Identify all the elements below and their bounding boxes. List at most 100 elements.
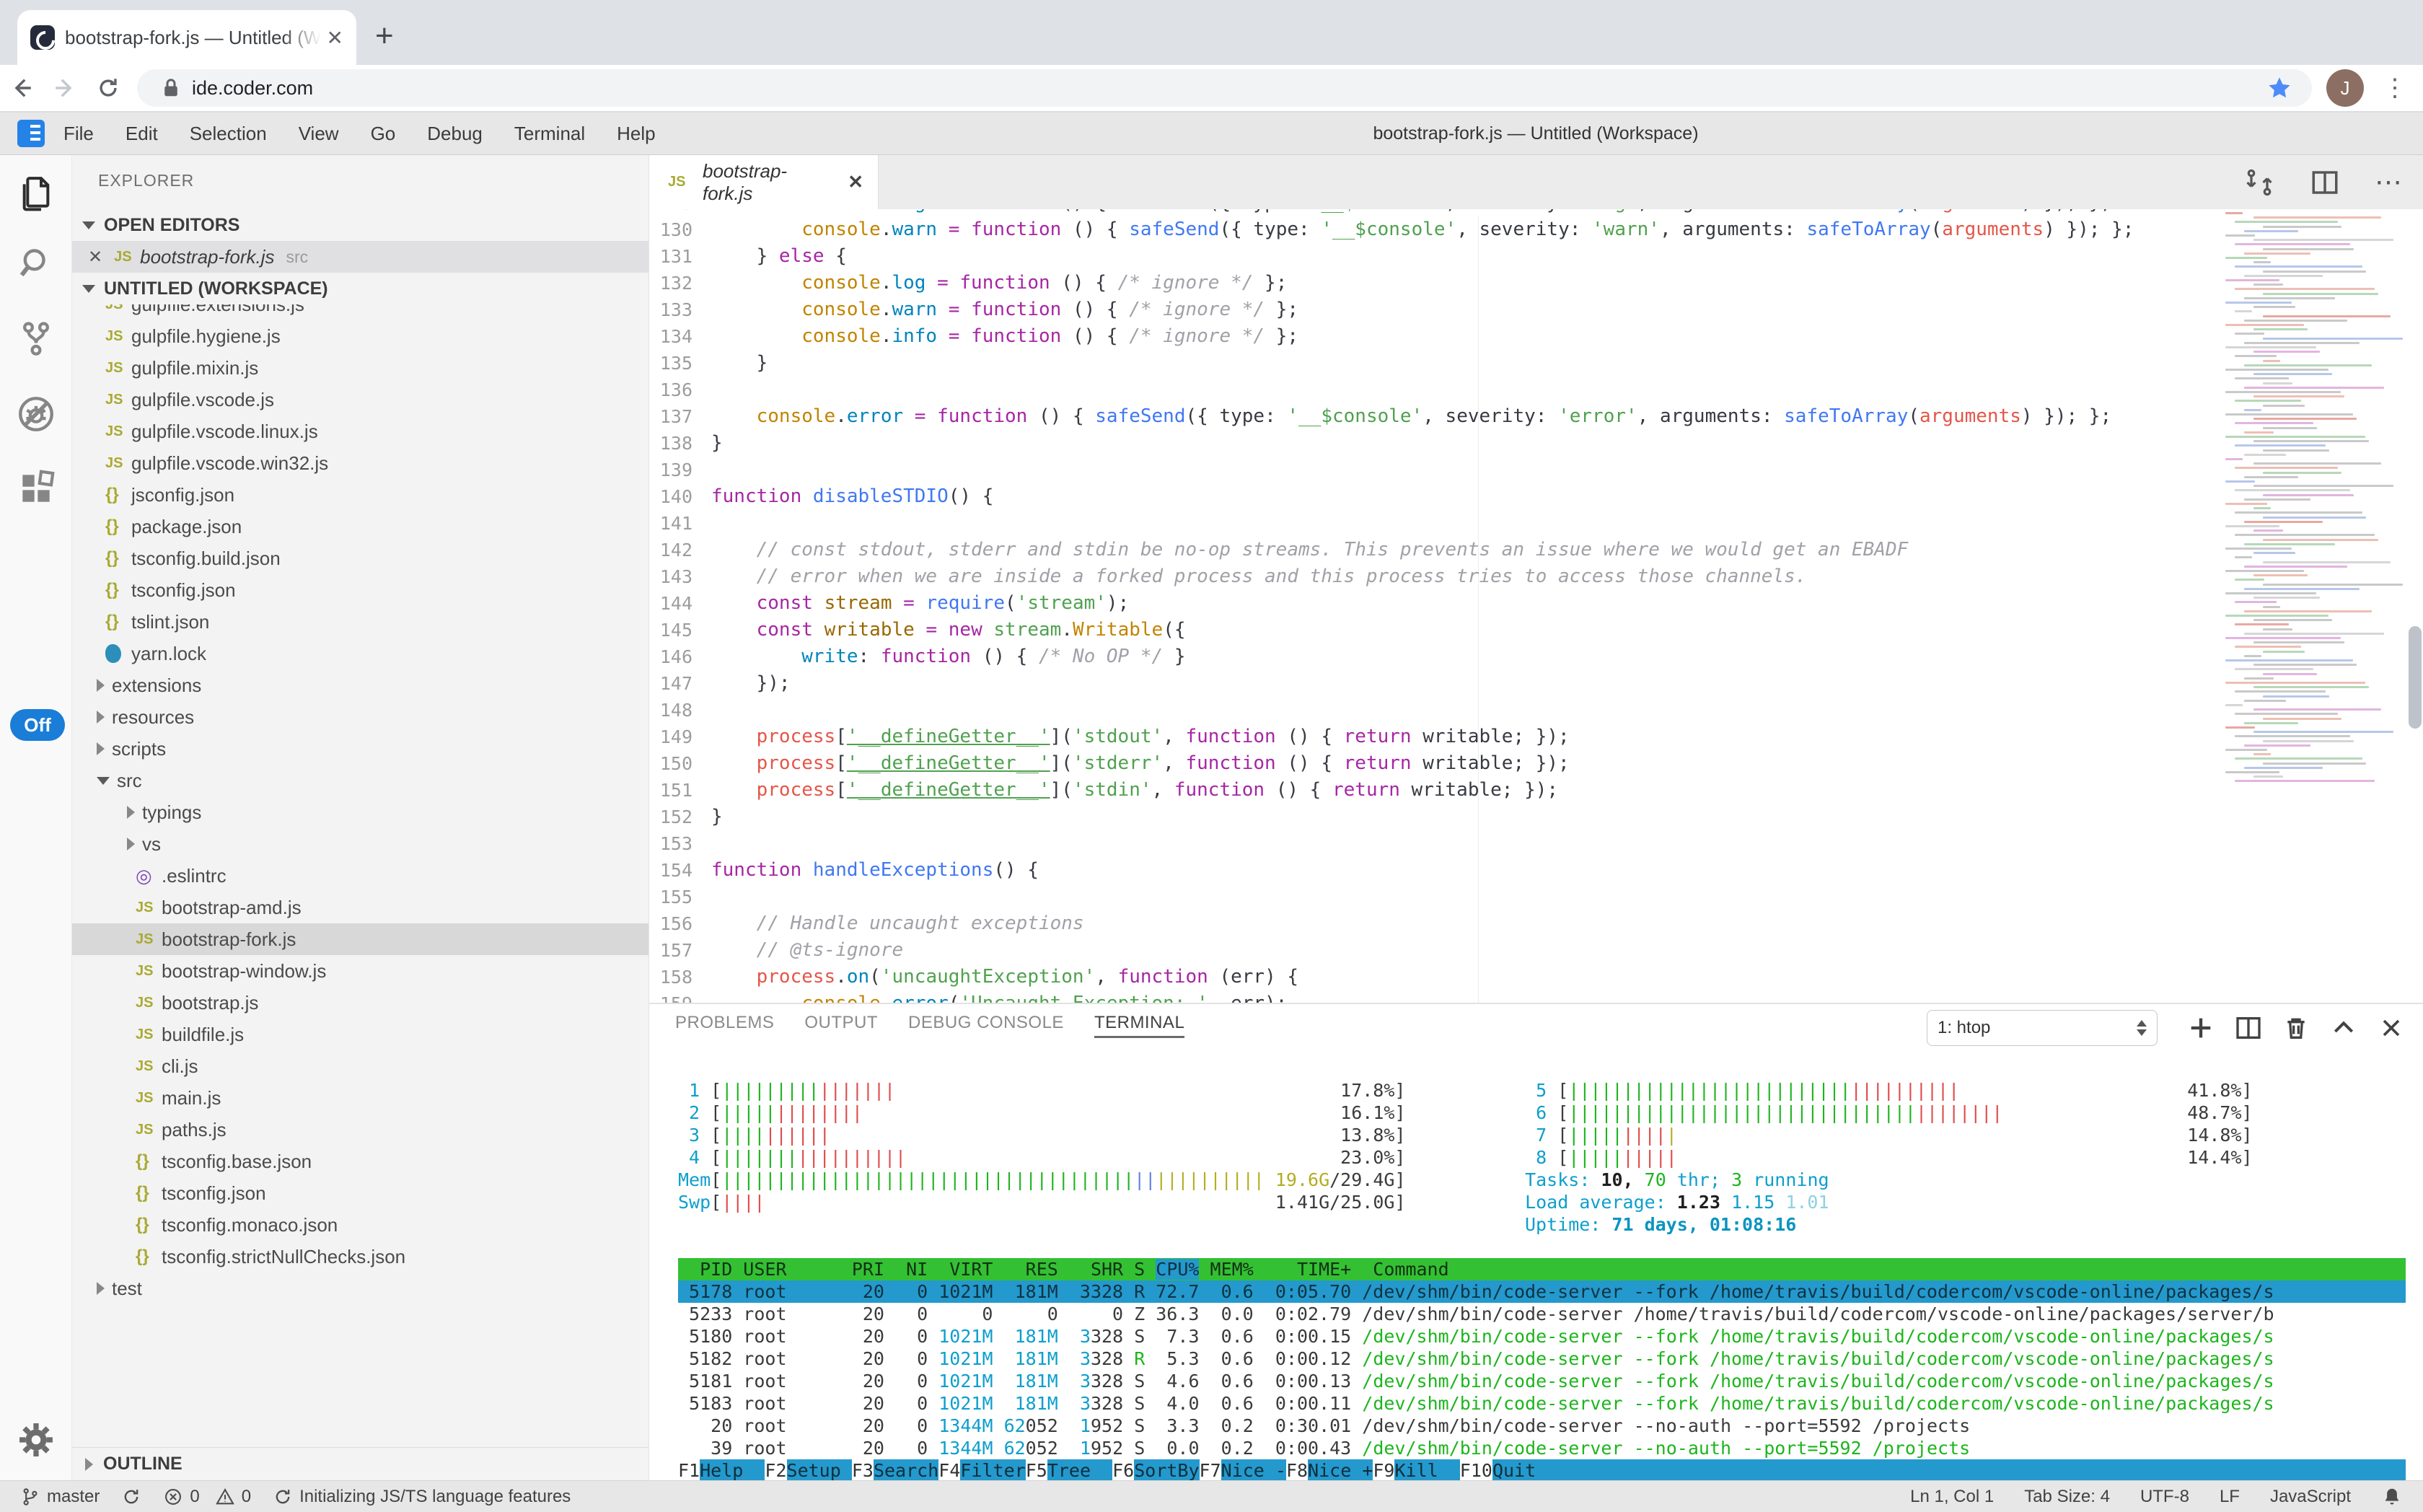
file-item-bootstrap-amd.js[interactable]: JSbootstrap-amd.js	[72, 892, 648, 923]
code-line-138[interactable]: 138}	[649, 430, 2218, 457]
code-line-141[interactable]: 141	[649, 510, 2218, 537]
code-line-143[interactable]: 143 // error when we are inside a forked…	[649, 563, 2218, 590]
file-item-tsconfig.build.json[interactable]: {}tsconfig.build.json	[72, 542, 648, 574]
file-item-typings[interactable]: typings	[72, 796, 648, 828]
bookmark-star-icon[interactable]	[2266, 74, 2293, 102]
file-item-buildfile.js[interactable]: JSbuildfile.js	[72, 1019, 648, 1050]
terminal-picker[interactable]: 1: htop	[1927, 1010, 2158, 1046]
file-item-tsconfig.strictNullChecks.json[interactable]: {}tsconfig.strictNullChecks.json	[72, 1241, 648, 1273]
app-logo-icon[interactable]	[17, 120, 45, 147]
browser-tab[interactable]: bootstrap-fork.js — Untitled (W ✕	[17, 10, 356, 65]
menu-help[interactable]: Help	[617, 123, 655, 145]
code-line-146[interactable]: 146 write: function () { /* No OP */ }	[649, 643, 2218, 670]
code-line-157[interactable]: 157 // @ts-ignore	[649, 937, 2218, 964]
code-line-144[interactable]: 144 const stream = require('stream');	[649, 590, 2218, 617]
menu-terminal[interactable]: Terminal	[514, 123, 585, 145]
file-item-tsconfig.monaco.json[interactable]: {}tsconfig.monaco.json	[72, 1209, 648, 1241]
off-toggle-badge[interactable]: Off	[10, 709, 65, 741]
code-line-137[interactable]: 137 console.error = function () { safeSe…	[649, 403, 2218, 430]
panel-tab-terminal[interactable]: TERMINAL	[1094, 1013, 1184, 1038]
code-line-130[interactable]: 130 console.warn = function () { safeSen…	[649, 216, 2218, 243]
browser-menu-icon[interactable]: ⋮	[2383, 77, 2407, 99]
explorer-icon[interactable]	[16, 172, 56, 213]
file-item-package.json[interactable]: {}package.json	[72, 511, 648, 542]
encoding[interactable]: UTF-8	[2140, 1487, 2189, 1507]
cursor-position[interactable]: Ln 1, Col 1	[1910, 1487, 1994, 1507]
file-item-tsconfig.json[interactable]: {}tsconfig.json	[72, 574, 648, 606]
code-editor[interactable]: 129 console.log = function () { safeSend…	[649, 209, 2423, 1003]
file-item-tslint.json[interactable]: {}tslint.json	[72, 606, 648, 638]
code-line-154[interactable]: 154function handleExceptions() {	[649, 857, 2218, 884]
menu-file[interactable]: File	[63, 123, 94, 145]
file-item-main.js[interactable]: JSmain.js	[72, 1082, 648, 1114]
kill-terminal-icon[interactable]	[2282, 1014, 2310, 1042]
close-icon[interactable]: ✕	[88, 247, 102, 268]
code-line-153[interactable]: 153	[649, 830, 2218, 857]
split-editor-icon[interactable]	[2310, 167, 2340, 198]
code-line-155[interactable]: 155	[649, 884, 2218, 910]
section-workspace[interactable]: UNTITLED (WORKSPACE)	[72, 273, 648, 304]
notifications-bell-icon[interactable]	[2381, 1486, 2403, 1508]
avatar[interactable]: J	[2326, 69, 2364, 107]
new-tab-button[interactable]: +	[375, 17, 394, 55]
section-outline[interactable]: OUTLINE	[72, 1447, 648, 1480]
file-item-gulpfile.mixin.js[interactable]: JSgulpfile.mixin.js	[72, 352, 648, 384]
tab-close-icon[interactable]: ✕	[848, 171, 863, 193]
code-line-131[interactable]: 131 } else {	[649, 243, 2218, 270]
minimap[interactable]	[2220, 212, 2404, 789]
file-item-test[interactable]: test	[72, 1273, 648, 1299]
file-item-jsconfig.json[interactable]: {}jsconfig.json	[72, 479, 648, 511]
editor-tab[interactable]: JS bootstrap-fork.js ✕	[649, 155, 879, 209]
menu-go[interactable]: Go	[371, 123, 396, 145]
code-line-129[interactable]: 129 console.log = function () { safeSend…	[649, 209, 2218, 216]
url-bar[interactable]: ide.coder.com	[137, 69, 2312, 107]
code-line-135[interactable]: 135 }	[649, 350, 2218, 377]
search-icon[interactable]	[16, 243, 56, 284]
code-line-145[interactable]: 145 const writable = new stream.Writable…	[649, 617, 2218, 643]
settings-gear-icon[interactable]	[15, 1419, 57, 1461]
file-item-tsconfig.json[interactable]: {}tsconfig.json	[72, 1177, 648, 1209]
menu-edit[interactable]: Edit	[126, 123, 158, 145]
code-line-139[interactable]: 139	[649, 457, 2218, 483]
code-line-148[interactable]: 148	[649, 697, 2218, 724]
code-line-134[interactable]: 134 console.info = function () { /* igno…	[649, 323, 2218, 350]
terminal[interactable]: 1 [|||||||||||||||| 17.8%] 5 [||||||||||…	[678, 1079, 2406, 1472]
file-item-bootstrap-window.js[interactable]: JSbootstrap-window.js	[72, 955, 648, 987]
menu-view[interactable]: View	[299, 123, 339, 145]
back-icon[interactable]	[0, 76, 43, 100]
file-item-bootstrap-fork.js[interactable]: JSbootstrap-fork.js	[72, 923, 648, 955]
code-line-136[interactable]: 136	[649, 377, 2218, 403]
language-mode[interactable]: JavaScript	[2270, 1487, 2351, 1507]
file-item-gulpfile.hygiene.js[interactable]: JSgulpfile.hygiene.js	[72, 320, 648, 352]
code-line-140[interactable]: 140function disableSTDIO() {	[649, 483, 2218, 510]
sync-button[interactable]	[121, 1487, 141, 1507]
debug-disabled-icon[interactable]	[15, 393, 57, 435]
open-changes-icon[interactable]	[2243, 167, 2275, 198]
file-item-src[interactable]: src	[72, 765, 648, 796]
split-terminal-icon[interactable]	[2234, 1014, 2263, 1042]
url-text[interactable]: ide.coder.com	[192, 77, 2266, 100]
code-line-133[interactable]: 133 console.warn = function () { /* igno…	[649, 296, 2218, 323]
file-item-tsconfig.base.json[interactable]: {}tsconfig.base.json	[72, 1146, 648, 1177]
indentation[interactable]: Tab Size: 4	[2024, 1487, 2110, 1507]
file-item-vs[interactable]: vs	[72, 828, 648, 860]
maximize-panel-icon[interactable]	[2329, 1014, 2358, 1042]
source-control-icon[interactable]	[16, 318, 56, 359]
file-item-bootstrap.js[interactable]: JSbootstrap.js	[72, 987, 648, 1019]
file-item-yarn.lock[interactable]: yarn.lock	[72, 638, 648, 669]
code-line-158[interactable]: 158 process.on('uncaughtException', func…	[649, 964, 2218, 990]
file-item-gulpfile.extensions.js[interactable]: JSgulpfile.extensions.js	[72, 304, 648, 320]
code-line-151[interactable]: 151 process['__defineGetter__']('stdin',…	[649, 777, 2218, 804]
file-item-paths.js[interactable]: JSpaths.js	[72, 1114, 648, 1146]
code-line-152[interactable]: 152}	[649, 804, 2218, 830]
file-item-gulpfile.vscode.js[interactable]: JSgulpfile.vscode.js	[72, 384, 648, 416]
reload-icon[interactable]	[87, 76, 130, 100]
code-pane[interactable]: 129 console.log = function () { safeSend…	[649, 209, 2218, 1003]
menu-selection[interactable]: Selection	[190, 123, 267, 145]
section-open-editors[interactable]: OPEN EDITORS	[72, 209, 648, 241]
editor-scrollbar[interactable]	[2409, 626, 2422, 729]
code-line-142[interactable]: 142 // const stdout, stderr and stdin be…	[649, 537, 2218, 563]
panel-tab-problems[interactable]: PROBLEMS	[675, 1013, 774, 1038]
code-line-147[interactable]: 147 });	[649, 670, 2218, 697]
close-panel-icon[interactable]	[2377, 1014, 2406, 1042]
